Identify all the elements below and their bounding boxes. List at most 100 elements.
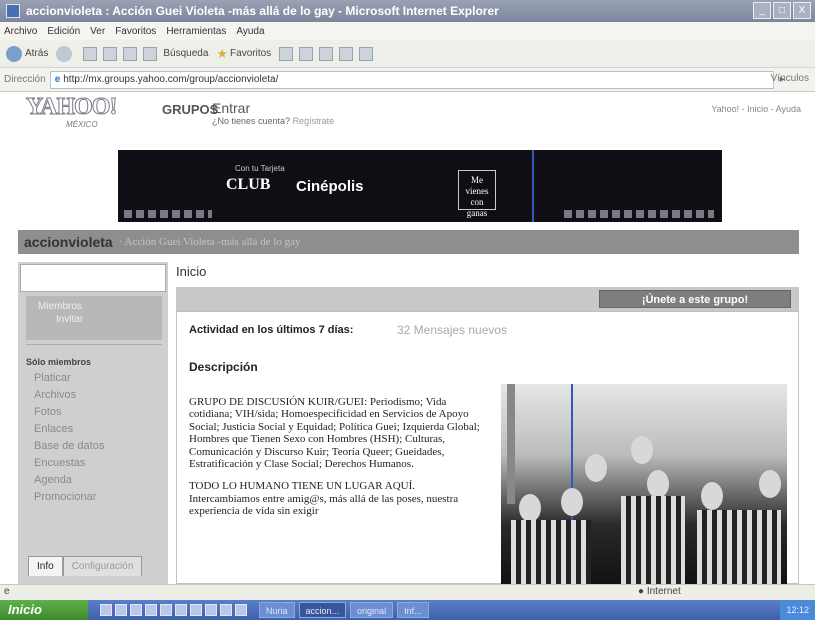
sidebar-item-archivos[interactable]: Archivos xyxy=(34,387,104,404)
security-zone: ● Internet xyxy=(638,586,681,597)
ad-banner[interactable]: Con tu Tarjeta CLUB Cinépolis Me vienes … xyxy=(118,150,722,222)
sidebar-tabs: Info Configuración xyxy=(28,556,143,576)
forward-button[interactable] xyxy=(56,45,75,62)
minimize-button[interactable]: _ xyxy=(753,2,771,19)
menu-ver[interactable]: Ver xyxy=(90,26,105,37)
quick-launch-icon[interactable] xyxy=(235,604,247,616)
sign-in-link[interactable]: Entrar xyxy=(212,100,250,116)
window-title: accionvioleta : Acción Guei Violeta -más… xyxy=(26,4,499,18)
ie-icon xyxy=(6,4,20,18)
sidebar-item-promocionar[interactable]: Promocionar xyxy=(34,489,104,506)
print-icon[interactable] xyxy=(319,46,334,61)
quick-launch-icon[interactable] xyxy=(175,604,187,616)
join-group-button[interactable]: ¡Únete a este grupo! xyxy=(599,290,791,308)
no-account-label: ¿No tienes cuenta? xyxy=(212,116,291,126)
group-description: · Acción Guei Violeta -más allá de lo ga… xyxy=(118,236,301,248)
history-icon[interactable] xyxy=(279,46,294,61)
yahoo-country: MÉXICO xyxy=(66,120,98,129)
links-button[interactable]: Vínculos xyxy=(771,73,809,84)
address-field[interactable]: e http://mx.groups.yahoo.com/group/accio… xyxy=(49,70,774,89)
search-label: Búsqueda xyxy=(163,48,209,59)
zone-label: Internet xyxy=(646,586,681,597)
quick-launch-icon[interactable] xyxy=(130,604,142,616)
sidebar-item-base-de-datos[interactable]: Base de datos xyxy=(34,438,104,455)
banner-dots-right xyxy=(564,210,714,218)
taskbar-item-inf[interactable]: Inf... xyxy=(397,602,429,618)
photo-figure-body xyxy=(511,520,591,584)
maximize-button[interactable]: □ xyxy=(773,2,791,19)
yahoo-header: YAHOO! MÉXICO GRUPOS Entrar ¿No tienes c… xyxy=(0,92,815,150)
taskbar-item-accion[interactable]: accion... xyxy=(298,602,347,618)
taskbar-item-nuria[interactable]: Nuria xyxy=(259,602,295,618)
menu-ayuda[interactable]: Ayuda xyxy=(236,26,264,37)
sidebar: Miembros Invitar Sólo miembros Platicar … xyxy=(18,262,168,584)
messenger-icon[interactable] xyxy=(359,46,374,61)
quick-launch-icon[interactable] xyxy=(115,604,127,616)
sidebar-item-encuestas[interactable]: Encuestas xyxy=(34,455,104,472)
menu-archivo[interactable]: Archivo xyxy=(4,26,37,37)
taskbar-item-original[interactable]: original xyxy=(350,602,394,618)
photo-figure-head xyxy=(701,482,723,510)
home-icon[interactable] xyxy=(123,46,138,61)
join-bar: ¡Únete a este grupo! xyxy=(176,287,799,311)
stop-icon[interactable] xyxy=(83,46,98,61)
quick-launch-icon[interactable] xyxy=(220,604,232,616)
photo-fence-post xyxy=(507,384,515,504)
page-content: YAHOO! MÉXICO GRUPOS Entrar ¿No tienes c… xyxy=(0,92,815,584)
start-button[interactable]: Inicio xyxy=(0,600,88,620)
sidebar-search-box[interactable] xyxy=(20,264,166,292)
close-button[interactable]: X xyxy=(793,2,811,19)
activity-link[interactable]: 32 Mensajes nuevos xyxy=(397,323,507,337)
sidebar-members-link[interactable]: Miembros xyxy=(38,300,150,313)
menu-bar: Archivo Edición Ver Favoritos Herramient… xyxy=(0,22,815,40)
search-button[interactable]: Búsqueda xyxy=(143,46,209,61)
menu-edicion[interactable]: Edición xyxy=(47,26,80,37)
sidebar-item-agenda[interactable]: Agenda xyxy=(34,472,104,489)
register-link[interactable]: Regístrate xyxy=(293,116,335,126)
sidebar-item-fotos[interactable]: Fotos xyxy=(34,404,104,421)
quick-launch-icon[interactable] xyxy=(145,604,157,616)
groups-title[interactable]: GRUPOS xyxy=(162,102,218,117)
sidebar-top-links: Miembros Invitar xyxy=(26,296,162,340)
back-button[interactable]: Atrás xyxy=(6,45,48,62)
quick-launch-icon[interactable] xyxy=(160,604,172,616)
quick-launch-icon[interactable] xyxy=(100,604,112,616)
yahoo-logo[interactable]: YAHOO! xyxy=(25,94,117,121)
banner-club: CLUB xyxy=(226,176,271,193)
taskbar: Inicio Nuria accion... original Inf... 1… xyxy=(0,600,815,620)
photo-figure-head xyxy=(647,470,669,498)
sidebar-divider xyxy=(26,344,162,345)
members-only-heading: Sólo miembros xyxy=(26,357,92,367)
globe-icon: ● xyxy=(638,586,645,597)
mail-icon[interactable] xyxy=(299,46,314,61)
forward-arrow-icon xyxy=(56,45,73,62)
tab-configuracion[interactable]: Configuración xyxy=(62,556,143,576)
menu-favoritos[interactable]: Favoritos xyxy=(115,26,156,37)
activity-label: Actividad en los últimos 7 días: xyxy=(189,324,354,336)
sidebar-nav: Platicar Archivos Fotos Enlaces Base de … xyxy=(34,370,104,506)
tab-info[interactable]: Info xyxy=(28,556,63,576)
banner-tag-3: con xyxy=(470,197,484,207)
address-bar: Dirección e http://mx.groups.yahoo.com/g… xyxy=(0,68,815,92)
sidebar-invite-link[interactable]: Invitar xyxy=(38,313,150,326)
page-icon: e xyxy=(54,73,61,85)
photo-figure-head xyxy=(561,488,583,516)
refresh-icon[interactable] xyxy=(103,46,118,61)
edit-icon[interactable] xyxy=(339,46,354,61)
quick-launch-icon[interactable] xyxy=(205,604,217,616)
system-tray-clock[interactable]: 12:12 xyxy=(780,600,815,620)
favorites-button[interactable]: ★ Favoritos xyxy=(216,46,271,62)
star-icon: ★ xyxy=(216,45,229,61)
quick-launch-icon[interactable] xyxy=(190,604,202,616)
yahoo-top-links[interactable]: Yahoo! - Inicio - Ayuda xyxy=(711,104,801,114)
toolbar: Atrás Búsqueda ★ Favoritos xyxy=(0,40,815,68)
group-name[interactable]: accionvioleta xyxy=(24,234,113,250)
sidebar-item-enlaces[interactable]: Enlaces xyxy=(34,421,104,438)
photo-figure-head xyxy=(759,470,781,498)
menu-herramientas[interactable]: Herramientas xyxy=(166,26,226,37)
page-title: Inicio xyxy=(176,264,207,279)
photo-figure-body xyxy=(621,496,685,584)
status-bar: e ● Internet xyxy=(0,584,815,600)
sidebar-item-platicar[interactable]: Platicar xyxy=(34,370,104,387)
photo-figure-body xyxy=(697,510,781,584)
